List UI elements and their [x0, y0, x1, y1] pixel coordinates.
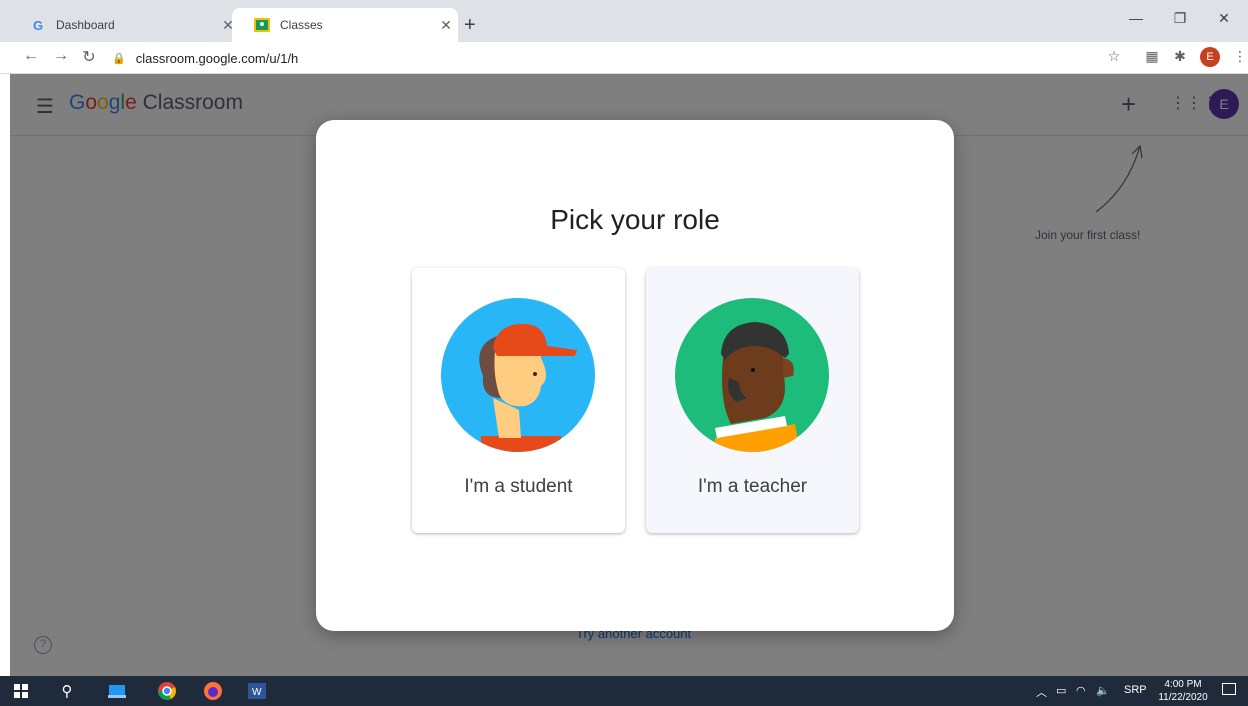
show-hidden-icons-icon[interactable]: ︿	[1036, 684, 1047, 700]
taskbar-clock[interactable]: 4:00 PM 11/22/2020	[1154, 678, 1212, 704]
clock-date: 11/22/2020	[1158, 692, 1208, 703]
student-label: I'm a student	[464, 476, 573, 497]
tab-title: Classes	[280, 18, 323, 32]
windows-start-icon[interactable]	[10, 681, 32, 701]
student-illustration-icon	[441, 298, 595, 452]
extensions-puzzle-icon[interactable]: ✱	[1170, 48, 1190, 65]
close-tab-icon[interactable]: ✕	[434, 17, 458, 34]
address-bar[interactable]: 🔒 classroom.google.com/u/1/h	[112, 45, 1132, 71]
computer-icon[interactable]	[106, 681, 128, 701]
pick-role-dialog: Pick your role I'm a student I'm a teach…	[316, 120, 954, 631]
browser-toolbar: ← → ↻ 🔒 classroom.google.com/u/1/h ☆ ▦ ✱…	[0, 42, 1248, 74]
star-icon[interactable]: ☆	[1104, 48, 1124, 65]
lock-icon: 🔒	[112, 52, 126, 65]
teacher-role-card[interactable]: I'm a teacher	[646, 268, 859, 533]
chrome-icon[interactable]	[156, 681, 178, 701]
teacher-label: I'm a teacher	[697, 476, 808, 497]
notifications-icon[interactable]	[1222, 683, 1236, 695]
windows-taskbar: ⚲ W ︿ ▭ ◠ 🔈 SRP 4:00 PM 11/22/2020	[0, 676, 1248, 706]
tab-title: Dashboard	[56, 18, 115, 32]
dialog-title: Pick your role	[550, 204, 720, 235]
new-tab-button[interactable]: +	[464, 14, 476, 37]
volume-icon[interactable]: 🔈	[1096, 684, 1110, 697]
restore-icon[interactable]: ❐	[1160, 10, 1200, 27]
battery-icon[interactable]: ▭	[1056, 684, 1066, 697]
extension-qr-icon[interactable]: ▦	[1142, 48, 1162, 65]
search-icon[interactable]: ⚲	[56, 681, 78, 701]
tab-classes[interactable]: Classes ✕	[232, 8, 458, 42]
google-g-icon: G	[32, 17, 44, 33]
forward-icon[interactable]: →	[50, 47, 72, 65]
firefox-icon[interactable]	[202, 681, 224, 701]
student-role-card[interactable]: I'm a student	[412, 268, 625, 533]
close-window-icon[interactable]: ✕	[1204, 10, 1244, 27]
classroom-icon	[254, 17, 270, 33]
wifi-icon[interactable]: ◠	[1076, 684, 1086, 697]
back-icon[interactable]: ←	[20, 47, 42, 65]
tab-dashboard[interactable]: G Dashboard ✕	[8, 8, 240, 42]
reload-icon[interactable]: ↻	[78, 47, 100, 67]
browser-profile-avatar[interactable]: E	[1200, 47, 1220, 67]
word-icon[interactable]: W	[246, 681, 268, 701]
teacher-illustration-icon	[675, 298, 829, 452]
url-text: classroom.google.com/u/1/h	[135, 50, 299, 66]
svg-text:W: W	[252, 687, 262, 698]
minimize-icon[interactable]: —	[1116, 10, 1156, 26]
clock-time: 4:00 PM	[1164, 679, 1202, 690]
browser-tabstrip: G Dashboard ✕ Classes ✕ + — ❐ ✕	[0, 0, 1248, 42]
browser-menu-icon[interactable]: ⋮	[1230, 48, 1248, 65]
language-indicator[interactable]: SRP	[1124, 684, 1147, 696]
